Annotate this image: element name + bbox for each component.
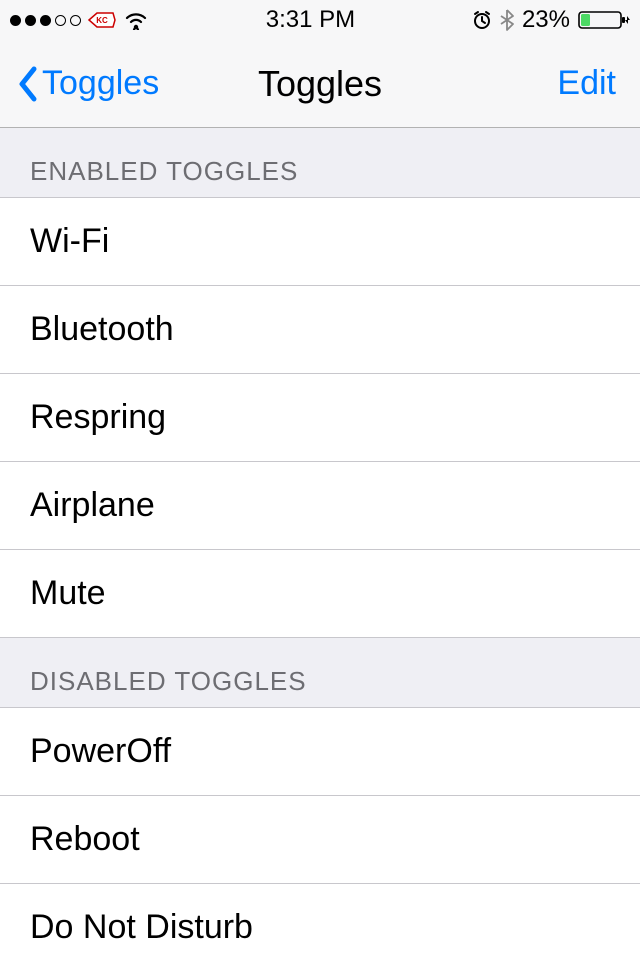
bluetooth-icon [500, 9, 514, 31]
list-item[interactable]: Respring [0, 374, 640, 462]
chevron-left-icon [16, 65, 38, 103]
list-item[interactable]: Reboot [0, 796, 640, 884]
edit-button[interactable]: Edit [557, 64, 616, 103]
list-item[interactable]: PowerOff [0, 708, 640, 796]
enabled-toggles-list: Wi-Fi Bluetooth Respring Airplane Mute [0, 197, 640, 638]
list-item[interactable]: Wi-Fi [0, 198, 640, 286]
status-left: KC [10, 10, 149, 30]
battery-percentage: 23% [522, 6, 570, 34]
section-header-disabled: DISABLED TOGGLES [0, 638, 640, 707]
wifi-icon [123, 10, 149, 30]
list-item[interactable]: Do Not Disturb [0, 884, 640, 960]
section-header-enabled: ENABLED TOGGLES [0, 128, 640, 197]
list-item[interactable]: Airplane [0, 462, 640, 550]
list-item[interactable]: Mute [0, 550, 640, 637]
status-time: 3:31 PM [266, 6, 355, 34]
carrier-logo-icon: KC [87, 11, 117, 29]
page-title: Toggles [258, 63, 382, 105]
alarm-icon [472, 10, 492, 30]
battery-icon [578, 9, 630, 31]
navigation-bar: Toggles Toggles Edit [0, 40, 640, 128]
disabled-toggles-list: PowerOff Reboot Do Not Disturb [0, 707, 640, 960]
signal-strength-icon [10, 15, 81, 26]
list-item[interactable]: Bluetooth [0, 286, 640, 374]
back-label: Toggles [42, 64, 159, 103]
back-button[interactable]: Toggles [16, 64, 159, 103]
svg-text:KC: KC [96, 16, 108, 25]
status-bar: KC 3:31 PM 23% [0, 0, 640, 40]
status-right: 23% [472, 6, 630, 34]
